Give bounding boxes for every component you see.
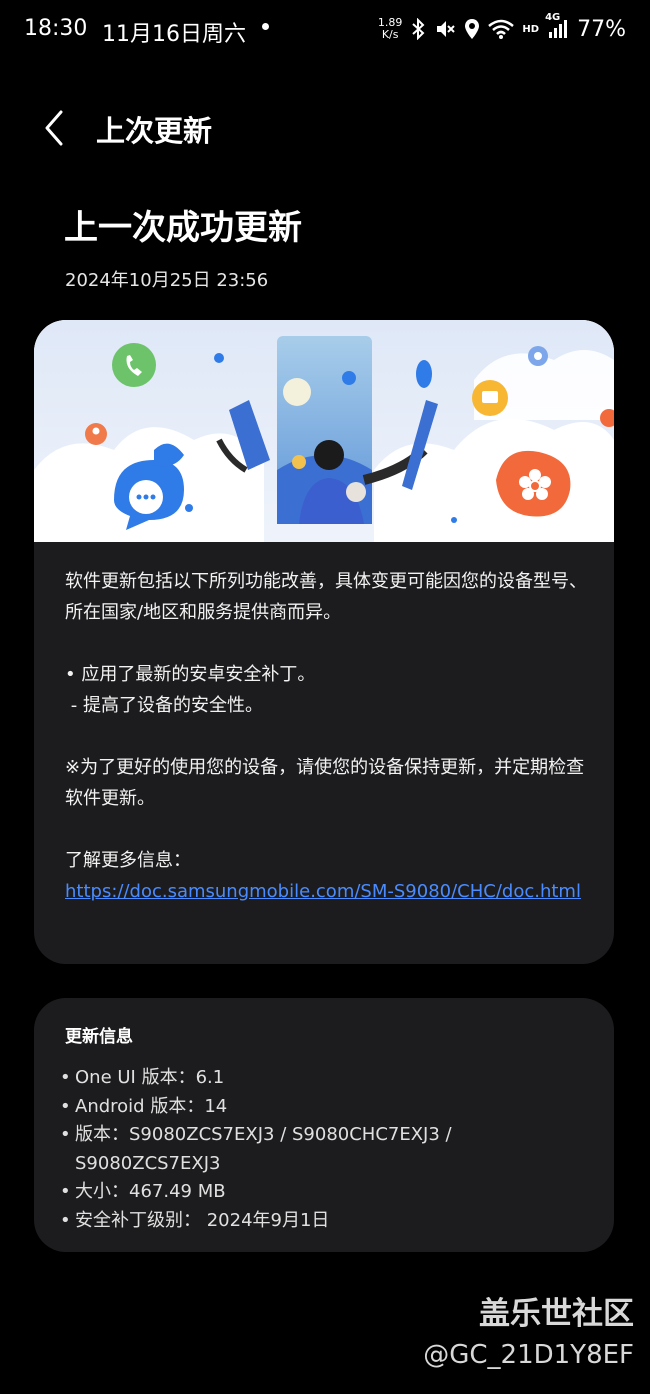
list-item: • 版本：S9080ZCS7EXJ3 / S9080CHC7EXJ3 / S908…	[60, 1124, 452, 1174]
more-info-link[interactable]: https://doc.samsungmobile.com/SM-S9080/C…	[65, 881, 581, 902]
mute-icon	[434, 18, 456, 40]
release-notes-bullet: • 应用了最新的安卓安全补丁。	[65, 664, 316, 685]
update-info-card: 更新信息 • One UI 版本：6.1 • Android 版本：14 • 版本：S…	[34, 998, 614, 1252]
back-button[interactable]	[34, 104, 74, 152]
status-bar: 18:30 11月16日周六 1.89 K/s HD 4G 77%	[0, 0, 650, 60]
list-item: • One UI 版本：6.1	[60, 1067, 225, 1088]
notification-dot-icon	[262, 23, 269, 30]
signal-icon: 4G	[545, 12, 569, 40]
status-time: 18:30	[24, 16, 88, 41]
last-update-date: 2024年10月25日 23:56	[65, 270, 269, 291]
update-info-title: 更新信息	[65, 1027, 133, 1047]
battery-level: 77%	[577, 16, 626, 42]
status-icons: 1.89 K/s HD 4G 77%	[378, 12, 626, 46]
release-notes-text: 软件更新包括以下所列功能改善，具体变更可能因您的设备型号、所在国家/地区和服务提…	[65, 566, 589, 907]
more-info-label: 了解更多信息：	[65, 850, 191, 871]
chevron-left-icon	[45, 110, 63, 146]
hd-label: HD	[522, 23, 540, 35]
list-item: • 安全补丁级别： 2024年9月1日	[60, 1209, 330, 1231]
last-update-title: 上一次成功更新	[64, 208, 302, 248]
location-icon	[464, 18, 480, 40]
release-notes-intro: 软件更新包括以下所列功能改善，具体变更可能因您的设备型号、所在国家/地区和服务提…	[65, 571, 587, 623]
status-date: 11月16日周六	[102, 22, 246, 47]
update-info-list: • One UI 版本：6.1 • Android 版本：14 • 版本：S9080Z…	[60, 1064, 590, 1235]
update-illustration	[34, 320, 614, 542]
release-notes-sub-bullet: - 提高了设备的安全性。	[65, 695, 263, 716]
list-item: • Android 版本：14	[60, 1095, 228, 1117]
net-speed: 1.89 K/s	[377, 16, 403, 41]
wifi-icon	[488, 18, 515, 40]
release-notes-card: 软件更新包括以下所列功能改善，具体变更可能因您的设备型号、所在国家/地区和服务提…	[34, 320, 614, 964]
watermark-user: @GC_21D1Y8EF	[423, 1340, 634, 1370]
watermark-site: 盖乐世社区	[479, 1296, 634, 1332]
page-title: 上次更新	[96, 114, 213, 148]
list-item: • 大小：467.49 MB	[60, 1181, 226, 1202]
release-notes-tip: ※为了更好的使用您的设备，请使您的设备保持更新，并定期检查软件更新。	[65, 757, 585, 809]
bluetooth-icon	[410, 18, 426, 40]
